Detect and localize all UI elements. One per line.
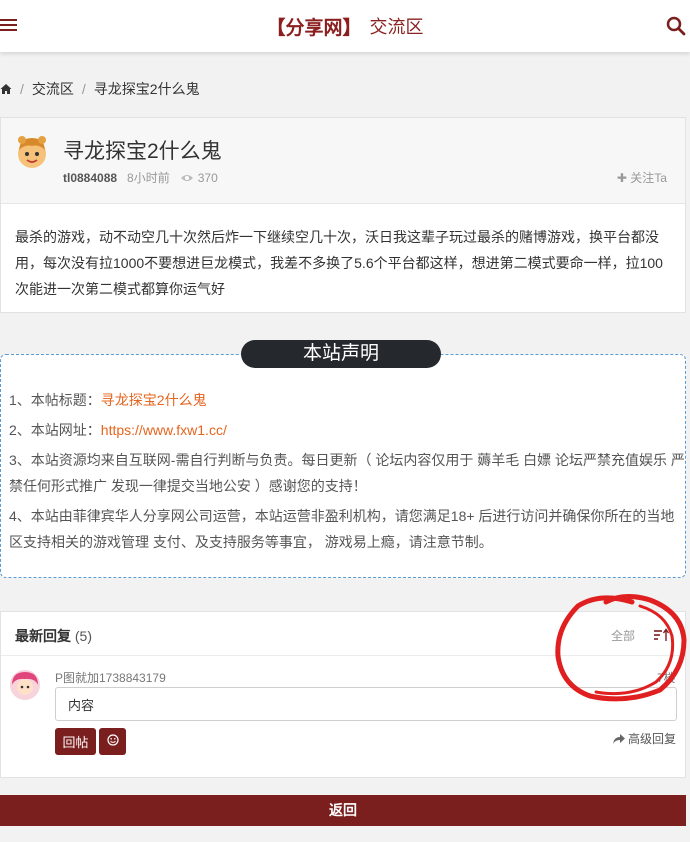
back-button[interactable]: 返回	[0, 795, 686, 826]
notice-post-title-link[interactable]: 寻龙探宝2什么鬼	[101, 392, 207, 408]
post-time: 8小时前	[127, 171, 170, 185]
notice-label: 2、本站网址：	[9, 422, 101, 438]
eye-icon	[180, 175, 193, 182]
breadcrumb-section[interactable]: 交流区	[32, 79, 74, 99]
site-brand[interactable]: 【分享网】	[266, 13, 361, 40]
post-views: 370	[180, 171, 218, 185]
reply-count: (5)	[74, 628, 93, 644]
search-icon[interactable]	[666, 16, 686, 36]
notice-label: 1、本帖标题：	[9, 392, 101, 408]
submit-reply-button[interactable]: 回帖	[55, 728, 96, 755]
post-card: 寻龙探宝2什么鬼 tl0884088 8小时前 370 ✚ 关注Ta 最杀的游戏…	[0, 117, 686, 313]
smiley-icon	[106, 734, 119, 746]
author-avatar[interactable]	[14, 134, 50, 170]
site-notice: 1、本帖标题：寻龙探宝2什么鬼 2、本站网址：https://www.fxw1.…	[0, 354, 686, 578]
notice-line: 2、本站网址：https://www.fxw1.cc/	[9, 417, 685, 443]
follow-button[interactable]: ✚ 关注Ta	[617, 169, 667, 186]
post-content: 最杀的游戏，动不动空几十次然后炸一下继续空几十次，沃日我这辈子玩过最杀的赌博游戏…	[15, 229, 663, 297]
advanced-reply-link[interactable]: 高级回复	[613, 730, 676, 747]
replies-title: 最新回复 (5)	[15, 626, 92, 646]
menu-icon[interactable]	[0, 16, 18, 36]
section-title: 交流区	[369, 17, 424, 37]
reply-username[interactable]: P图就加1738843179	[55, 669, 166, 686]
sort-icon[interactable]	[653, 628, 669, 642]
replies-title-text: 最新回复	[15, 628, 71, 644]
notice-line: 3、本站资源均来自互联网-需自行判断与负责。每日更新（ 论坛内容仅用于 薅羊毛 …	[9, 452, 685, 494]
view-count: 370	[197, 170, 218, 185]
breadcrumb-separator: /	[20, 81, 24, 97]
post-meta: tl0884088 8小时前 370	[63, 169, 218, 186]
filter-all-tab[interactable]: 全部	[611, 627, 635, 644]
replies-panel: 最新回复 (5) 全部 P图就加1738843179 7楼 回帖 高级回复	[0, 611, 686, 778]
share-arrow-icon	[613, 733, 625, 744]
notice-title: 本站声明	[241, 340, 441, 368]
breadcrumb: / 交流区 / 寻龙探宝2什么鬼	[0, 78, 200, 100]
reply-floor: 7楼	[657, 671, 676, 685]
post-title: 寻龙探宝2什么鬼	[63, 140, 222, 163]
reply-input[interactable]	[55, 687, 677, 721]
breadcrumb-current: 寻龙探宝2什么鬼	[93, 81, 200, 97]
top-header: 【分享网】 交流区	[0, 0, 690, 52]
notice-line: 4、本站由菲律宾华人分享网公司运营，本站运营非盈利机构，请您满足18+ 后进行访…	[9, 508, 675, 550]
post-author[interactable]: tl0884088	[63, 171, 117, 185]
reply-user-avatar[interactable]	[9, 669, 41, 701]
replies-header: 最新回复 (5) 全部	[1, 612, 685, 656]
breadcrumb-separator: /	[81, 81, 86, 97]
emoji-button[interactable]	[99, 728, 126, 755]
notice-line: 1、本帖标题：寻龙探宝2什么鬼	[9, 387, 685, 413]
advanced-reply-label: 高级回复	[628, 732, 677, 746]
notice-site-url-link[interactable]: https://www.fxw1.cc/	[101, 422, 227, 438]
home-icon[interactable]	[0, 83, 12, 95]
post-header: 寻龙探宝2什么鬼 tl0884088 8小时前 370 ✚ 关注Ta	[1, 118, 685, 204]
